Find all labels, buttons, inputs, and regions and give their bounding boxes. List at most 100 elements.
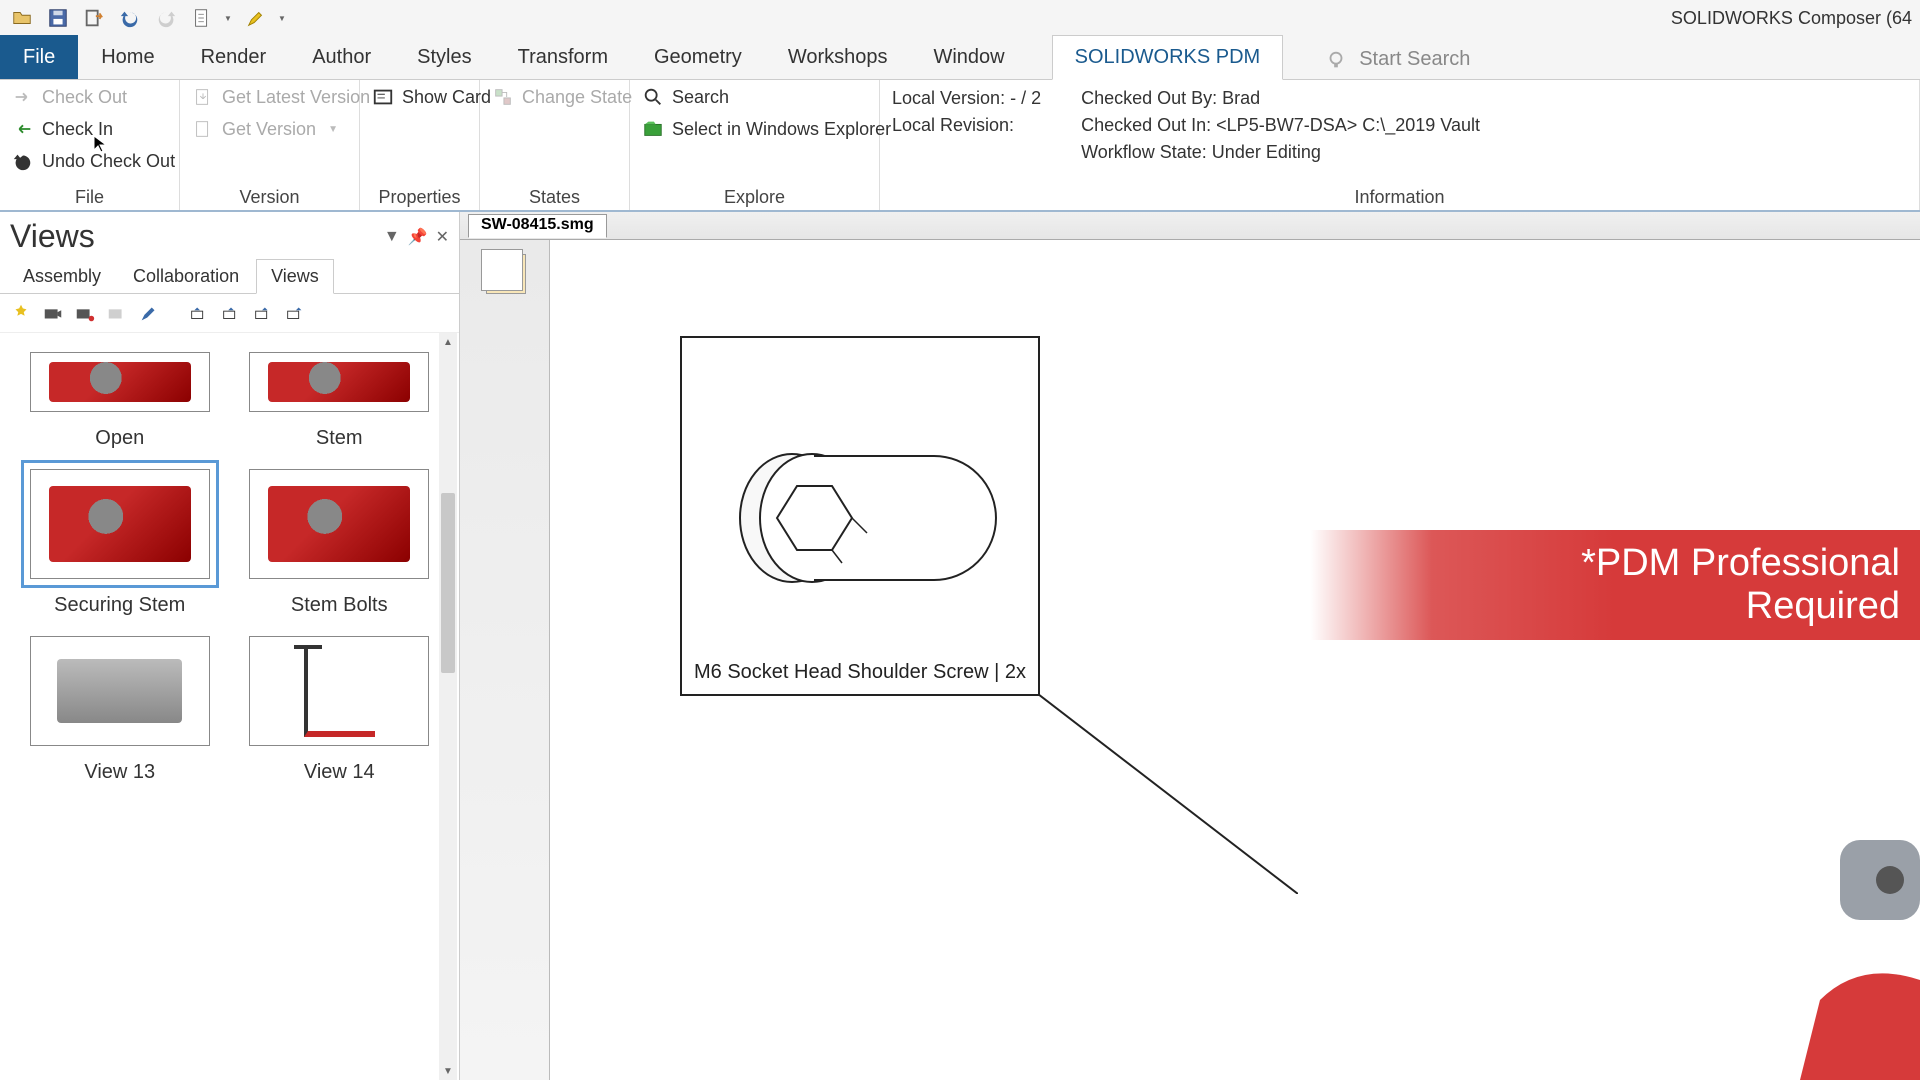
tab-render[interactable]: Render (178, 35, 290, 79)
app-title: SOLIDWORKS Composer (64 (1671, 0, 1912, 36)
quick-access-toolbar: ▼ ▼ SOLIDWORKS Composer (64 (0, 0, 1920, 36)
brush-icon[interactable] (242, 4, 270, 32)
undo-check-out-button[interactable]: Undo Check Out (12, 148, 167, 174)
panel-pin-icon[interactable]: 📌 (408, 227, 428, 247)
show-card-button[interactable]: Show Card (372, 84, 467, 110)
document-tab[interactable]: SW-08415.smg (468, 214, 607, 238)
group-label-states: States (492, 185, 617, 208)
change-state-button: Change State (492, 84, 617, 110)
info-checked-out-by: Checked Out By: Brad (1081, 88, 1480, 109)
overlay-line1: *PDM Professional (1581, 542, 1900, 585)
export-icon[interactable] (80, 4, 108, 32)
tab-window[interactable]: Window (910, 35, 1027, 79)
callout-label: M6 Socket Head Shoulder Screw | 2x (682, 661, 1038, 684)
redo-icon[interactable] (152, 4, 180, 32)
callout-leader (1038, 694, 1298, 894)
page-dropdown-icon[interactable]: ▼ (224, 14, 234, 23)
document-stack-icon[interactable] (486, 254, 526, 294)
view-label: Stem Bolts (291, 594, 388, 617)
tab-geometry[interactable]: Geometry (631, 35, 765, 79)
get-latest-icon (192, 86, 214, 108)
check-out-icon (12, 86, 34, 108)
view-label: View 14 (304, 761, 375, 784)
scroll-up-icon[interactable]: ▲ (439, 333, 457, 351)
ribbon-tabs: File Home Render Author Styles Transform… (0, 36, 1920, 80)
search-button[interactable]: Search (642, 84, 867, 110)
group-label-information: Information (892, 185, 1907, 208)
views-grid: Open Stem Securing Stem Stem Bolts View … (0, 333, 459, 794)
views-tab-collaboration[interactable]: Collaboration (118, 259, 254, 293)
views-scrollbar[interactable]: ▲ ▼ (439, 333, 457, 1080)
tab-file[interactable]: File (0, 35, 78, 79)
view-thumb-stem-bolts[interactable]: Stem Bolts (240, 460, 440, 617)
open-icon[interactable] (8, 4, 36, 32)
check-out-button: Check Out (12, 84, 167, 110)
overlay-line2: Required (1746, 585, 1900, 628)
cam-nav2-icon[interactable] (218, 300, 244, 326)
tab-workshops[interactable]: Workshops (765, 35, 911, 79)
check-in-icon (12, 118, 34, 140)
view-label: View 13 (84, 761, 155, 784)
panel-dropdown-icon[interactable]: ▼ (384, 228, 400, 246)
explorer-icon (642, 118, 664, 140)
change-state-icon (492, 86, 514, 108)
scroll-thumb[interactable] (441, 493, 455, 673)
camera-record-icon[interactable] (72, 300, 98, 326)
view-label: Open (95, 427, 144, 450)
qat-dropdown-icon[interactable]: ▼ (278, 14, 288, 23)
canvas-viewport[interactable]: M6 Socket Head Shoulder Screw | 2x *PDM … (550, 240, 1920, 1080)
camera-icon[interactable] (40, 300, 66, 326)
view-thumb-view14[interactable]: View 14 (240, 627, 440, 784)
canvas-area: SW-08415.smg M6 Socket Head Shoulder Scr… (460, 212, 1920, 1080)
ribbon: Check Out Check In Undo Check Out File G… (0, 80, 1920, 212)
cam-nav4-icon[interactable] (282, 300, 308, 326)
search-icon (642, 86, 664, 108)
view-label: Securing Stem (54, 594, 185, 617)
camera-disabled-icon (104, 300, 130, 326)
brush2-icon[interactable] (136, 300, 162, 326)
info-local-revision: Local Revision: (892, 115, 1041, 136)
views-tab-assembly[interactable]: Assembly (8, 259, 116, 293)
view-thumb-securing-stem[interactable]: Securing Stem (20, 460, 220, 617)
info-local-version: Local Version: - / 2 (892, 88, 1041, 109)
overlay-banner: *PDM Professional Required (1310, 530, 1920, 640)
workspace: Views ▼ 📌 ✕ Assembly Collaboration Views (0, 212, 1920, 1080)
group-label-explore: Explore (642, 185, 867, 208)
screw-illustration (682, 338, 1042, 658)
canvas-gutter (460, 240, 550, 1080)
views-tab-views[interactable]: Views (256, 259, 334, 294)
cam-nav3-icon[interactable] (250, 300, 276, 326)
group-label-version: Version (192, 185, 347, 208)
info-workflow-state: Workflow State: Under Editing (1081, 142, 1480, 163)
assembly-peek (1800, 820, 1920, 1080)
tab-home[interactable]: Home (78, 35, 177, 79)
save-icon[interactable] (44, 4, 72, 32)
view-thumb-open[interactable]: Open (20, 343, 220, 450)
select-in-explorer-button[interactable]: Select in Windows Explorer (642, 116, 867, 142)
scroll-down-icon[interactable]: ▼ (439, 1062, 457, 1080)
cam-nav1-icon[interactable] (186, 300, 212, 326)
undo-check-out-icon (12, 150, 34, 172)
views-panel-title: Views (10, 218, 95, 255)
check-in-button[interactable]: Check In (12, 116, 167, 142)
info-checked-out-in: Checked Out In: <LP5-BW7-DSA> C:\_2019 V… (1081, 115, 1480, 136)
get-latest-version-button: Get Latest Version (192, 84, 347, 110)
undo-icon[interactable] (116, 4, 144, 32)
group-label-properties: Properties (372, 185, 467, 208)
ribbon-search[interactable]: Start Search (1307, 40, 1488, 79)
page-icon[interactable] (188, 4, 216, 32)
tab-transform[interactable]: Transform (495, 35, 631, 79)
tab-solidworks-pdm[interactable]: SOLIDWORKS PDM (1052, 35, 1284, 80)
callout-box: M6 Socket Head Shoulder Screw | 2x (680, 336, 1040, 696)
tab-author[interactable]: Author (289, 35, 394, 79)
tab-styles[interactable]: Styles (394, 35, 494, 79)
view-thumb-view13[interactable]: View 13 (20, 627, 220, 784)
get-version-button: Get Version▼ (192, 116, 347, 142)
group-label-file: File (12, 185, 167, 208)
view-label: Stem (316, 427, 363, 450)
views-toolbar (0, 294, 459, 333)
panel-close-icon[interactable]: ✕ (436, 227, 449, 247)
new-view-icon[interactable] (8, 300, 34, 326)
show-card-icon (372, 86, 394, 108)
view-thumb-stem[interactable]: Stem (240, 343, 440, 450)
